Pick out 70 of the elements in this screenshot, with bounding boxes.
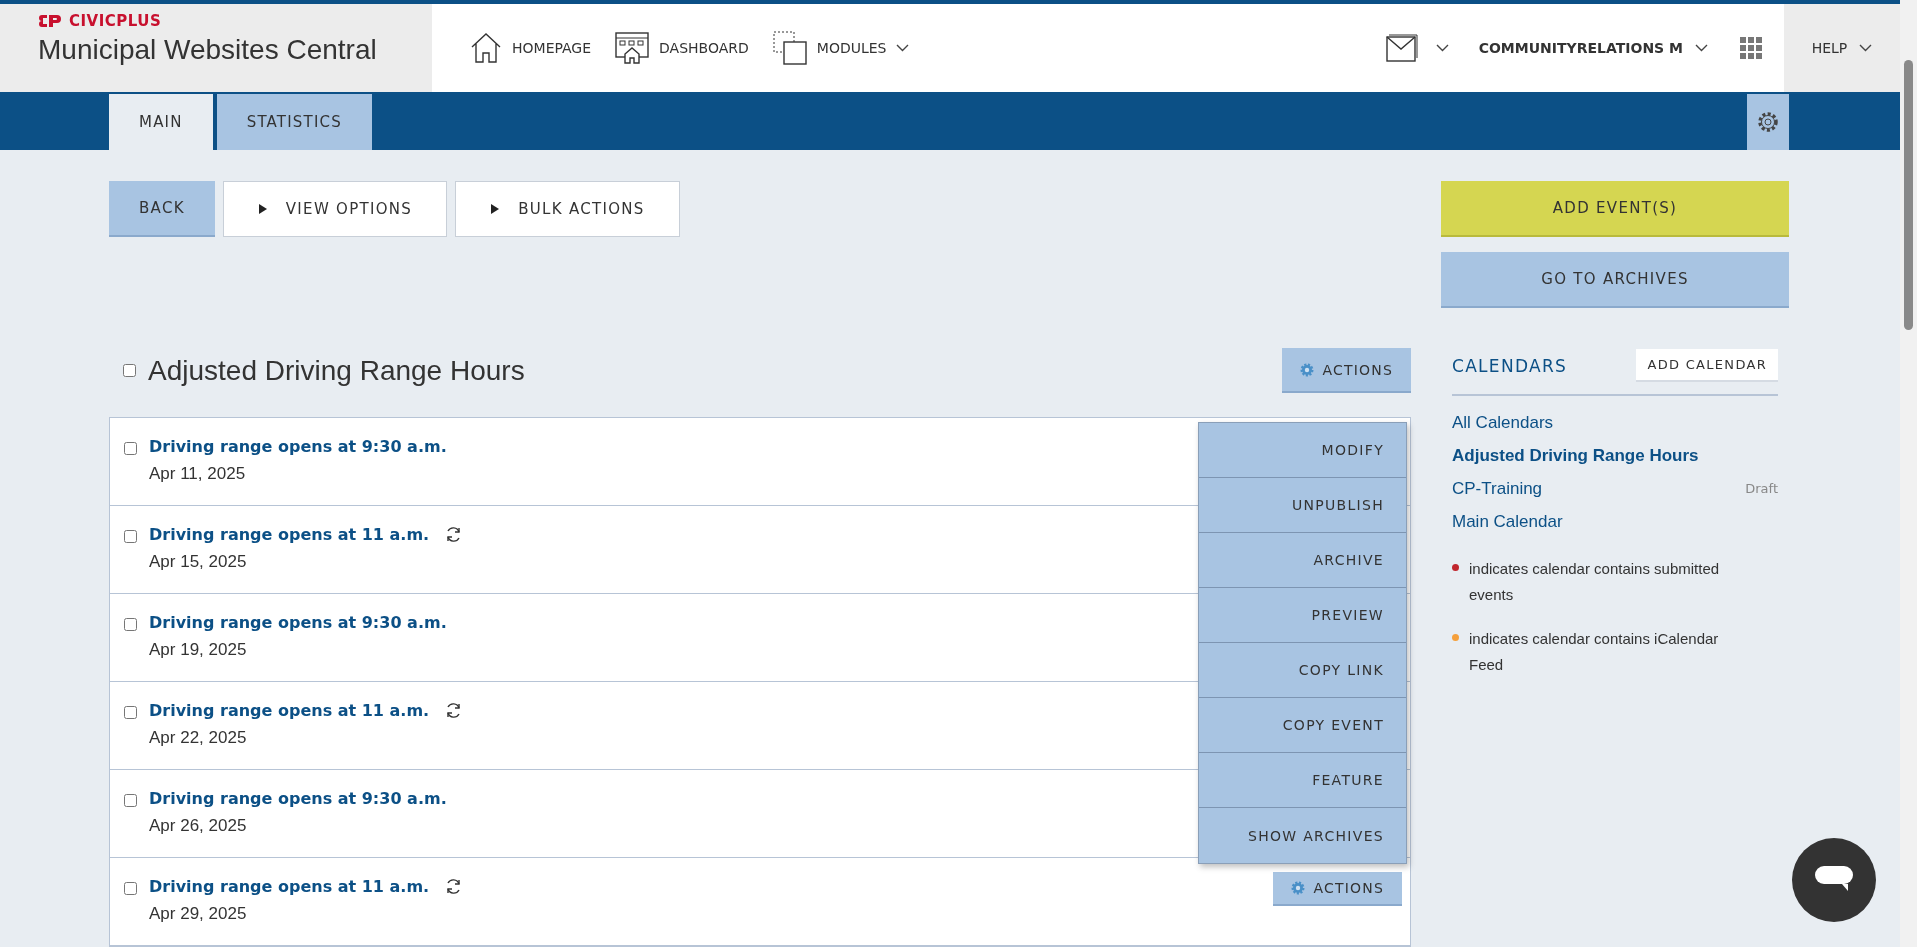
menu-item[interactable]: SHOW ARCHIVES [1199, 808, 1406, 863]
building-icon [615, 32, 650, 64]
calendar-link[interactable]: Main Calendar [1452, 511, 1563, 532]
envelope-icon[interactable] [1385, 34, 1418, 62]
toggle-button[interactable]: VIEW OPTIONS [222, 181, 448, 237]
logo-icon [38, 14, 62, 28]
menu-item[interactable]: FEATURE [1199, 753, 1406, 808]
app-grid-icon[interactable] [1740, 37, 1762, 59]
checkbox[interactable] [124, 442, 137, 455]
tab[interactable]: MAIN [109, 94, 213, 150]
triangle-icon [257, 204, 268, 214]
settings-icon [1756, 110, 1780, 134]
checkbox[interactable] [124, 530, 137, 543]
actions-button[interactable]: ACTIONS [1273, 872, 1402, 906]
checkbox[interactable] [124, 618, 137, 631]
event-title-link[interactable]: Driving range opens at 9:30 a.m. [149, 613, 447, 632]
user-menu[interactable]: COMMUNITYRELATIONS M [1478, 40, 1708, 56]
calendars-heading: CALENDARS [1452, 355, 1568, 376]
chevron-icon [1435, 44, 1449, 52]
menu-item[interactable]: PREVIEW [1199, 588, 1406, 643]
event-date: Apr 29, 2025 [149, 904, 247, 924]
gear-icon [1291, 881, 1306, 895]
nav-link[interactable]: HOMEPAGE [470, 32, 592, 64]
brand-name: CIVICPLUS [69, 12, 162, 30]
triangle-icon [490, 204, 501, 214]
menu-item[interactable]: COPY LINK [1199, 643, 1406, 698]
event-title-link[interactable]: Driving range opens at 11 a.m. [149, 525, 430, 544]
menu-item[interactable]: MODIFY [1199, 423, 1406, 478]
site-title: Municipal Websites Central [38, 34, 378, 66]
archives-button[interactable]: GO TO ARCHIVES [1441, 252, 1789, 308]
event-date: Apr 19, 2025 [149, 640, 247, 660]
toggle-button[interactable]: BULK ACTIONS [455, 181, 680, 237]
tab[interactable]: STATISTICS [216, 94, 372, 150]
event-title-link[interactable]: Driving range opens at 11 a.m. [149, 877, 430, 896]
scrollbar[interactable] [1900, 0, 1917, 947]
event-date: Apr 11, 2025 [149, 464, 246, 484]
chevron-icon [1859, 44, 1873, 52]
help-menu[interactable]: HELP [1784, 4, 1900, 92]
event-date: Apr 22, 2025 [149, 728, 247, 748]
back-button[interactable]: BACK [109, 181, 215, 237]
overlapping-squares-icon [772, 31, 807, 65]
legend-text: indicates calendar contains iCalendar Feed [1469, 629, 1720, 675]
menu-item[interactable]: ARCHIVE [1199, 533, 1406, 588]
chevron-icon [1695, 44, 1708, 52]
calendar-title: Adjusted Driving Range Hours [148, 354, 525, 387]
add-events-button[interactable]: ADD EVENT(S) [1441, 181, 1789, 237]
nav-link[interactable]: MODULES [772, 31, 910, 65]
actions-button[interactable]: ACTIONS [1282, 348, 1411, 393]
nav-link[interactable]: DASHBOARD [615, 32, 749, 64]
menu-item[interactable]: UNPUBLISH [1199, 478, 1406, 533]
event-title-link[interactable]: Driving range opens at 11 a.m. [149, 701, 430, 720]
event-title-link[interactable]: Driving range opens at 9:30 a.m. [149, 789, 447, 808]
menu-item[interactable]: COPY EVENT [1199, 698, 1406, 753]
event-date: Apr 15, 2025 [149, 552, 247, 572]
gear-icon [1300, 362, 1315, 377]
checkbox[interactable] [124, 882, 137, 895]
add-calendar-button[interactable]: ADD CALENDAR [1636, 349, 1778, 382]
house-icon [470, 32, 502, 64]
legend-text: indicates calendar contains submitted events [1469, 559, 1721, 605]
status-label: Draft [1745, 481, 1778, 496]
chevron-icon [896, 44, 910, 52]
calendar-link[interactable]: All Calendars [1452, 412, 1554, 433]
checkbox[interactable] [123, 364, 136, 377]
settings-button[interactable] [1747, 94, 1789, 150]
event-date: Apr 26, 2025 [149, 816, 247, 836]
event-title-link[interactable]: Driving range opens at 9:30 a.m. [149, 437, 447, 456]
calendar-link[interactable]: CP-Training [1452, 478, 1543, 499]
checkbox[interactable] [124, 706, 137, 719]
calendar-link[interactable]: Adjusted Driving Range Hours [1452, 445, 1699, 466]
checkbox[interactable] [124, 794, 137, 807]
